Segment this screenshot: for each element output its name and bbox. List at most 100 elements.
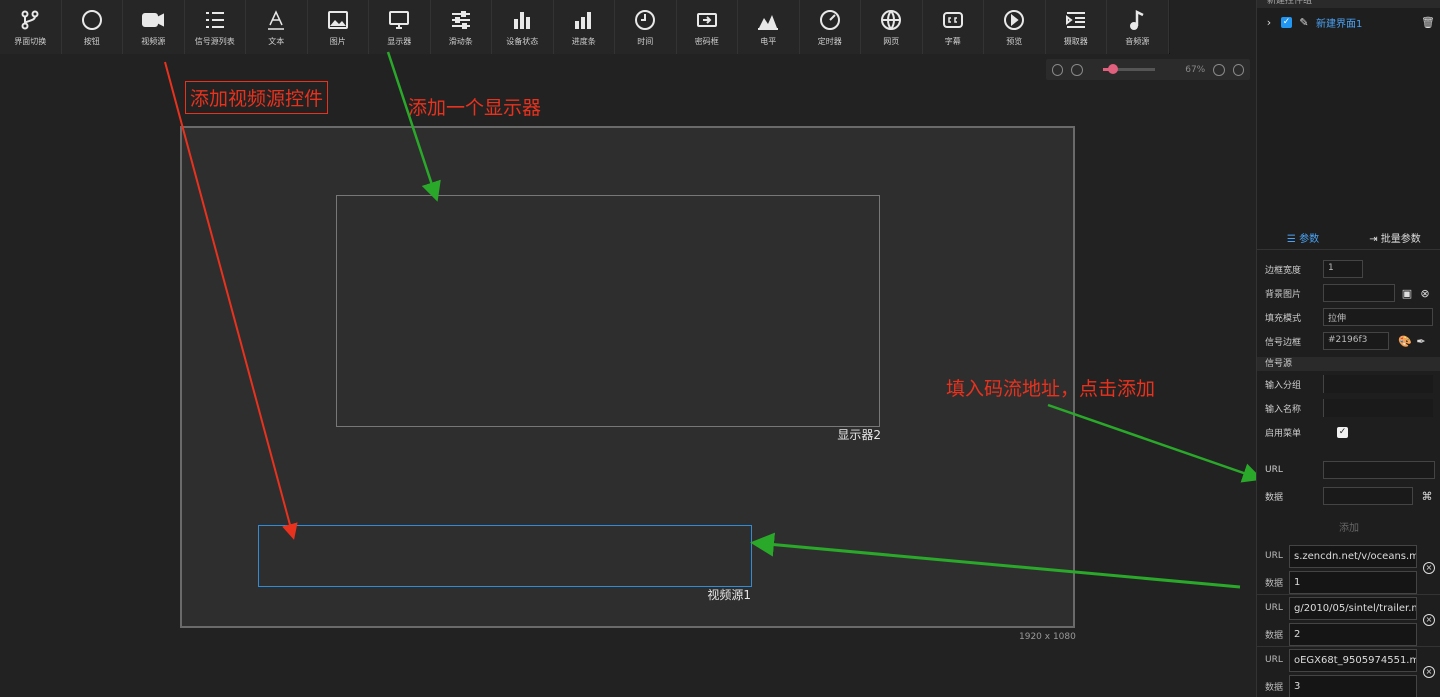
timer-icon — [818, 8, 842, 32]
music-note-icon — [1125, 8, 1149, 32]
toolbar-item[interactable]: 显示器 — [369, 0, 431, 54]
list-icon — [203, 8, 227, 32]
remove-entry-icon[interactable]: × — [1423, 562, 1435, 574]
palette-icon[interactable]: 🎨 — [1398, 335, 1412, 348]
signal-source-section: 信号源 — [1257, 357, 1440, 371]
monitor-icon — [387, 8, 411, 32]
green-arrow-url — [1047, 403, 1263, 483]
toolbar-item-label: 显示器 — [387, 37, 412, 46]
prop-enable-menu: 启用菜单 ✓ — [1257, 422, 1440, 442]
display-widget[interactable]: 显示器2 — [336, 195, 881, 442]
stream-entry-url-label: URL — [1265, 551, 1283, 561]
pencil-icon[interactable]: ✎ — [1298, 16, 1310, 29]
command-icon[interactable]: ⌘ — [1421, 490, 1433, 503]
stream-entry: URL g/2010/05/sintel/trailer.mp4 数据 2 × — [1257, 595, 1440, 647]
border-width-field[interactable]: 1 — [1323, 260, 1363, 278]
prop-label: URL — [1265, 465, 1283, 475]
toolbar-item[interactable]: 进度条 — [553, 0, 615, 54]
data-input[interactable] — [1323, 487, 1413, 505]
stream-entry-url-label: URL — [1265, 655, 1283, 665]
design-canvas[interactable]: 显示器2 视频源1 — [180, 126, 1075, 628]
toolbar-item[interactable]: 设备状态 — [492, 0, 554, 54]
prop-signal-border: 信号边框 #2196f3 🎨 ✒ — [1257, 331, 1440, 351]
annotation-fill-stream: 填入码流地址，点击添加 — [946, 378, 1156, 400]
tree-item-row[interactable]: › ✓ ✎ 新建界面1 🗑 — [1257, 8, 1440, 36]
chevron-right-icon[interactable]: › — [1263, 16, 1275, 29]
toolbar-item[interactable]: 电平 — [738, 0, 800, 54]
tab-batch-label: 批量参数 — [1380, 234, 1421, 245]
remove-entry-icon[interactable]: × — [1423, 614, 1435, 626]
url-input[interactable] — [1323, 461, 1435, 479]
bg-image-field[interactable] — [1323, 284, 1395, 302]
stream-entry-url-field[interactable]: s.zencdn.net/v/oceans.mp4 — [1289, 544, 1417, 568]
prop-label: 背景图片 — [1265, 289, 1302, 300]
tree-item-label[interactable]: 新建界面1 — [1316, 15, 1416, 30]
toolbar-item[interactable]: 界面切换 — [0, 0, 62, 54]
toolbar-item-label: 信号源列表 — [194, 37, 235, 46]
zoom-bar: 67% — [1046, 59, 1250, 80]
image-picker-icon[interactable]: ▣ — [1401, 287, 1413, 300]
prop-label: 数据 — [1265, 492, 1284, 503]
toolbar-item[interactable]: 字幕 — [922, 0, 984, 54]
add-button[interactable]: 添加 — [1339, 519, 1359, 534]
toolbar-item[interactable]: 时间 — [615, 0, 677, 54]
zoom-in-icon[interactable] — [1232, 63, 1244, 76]
stream-entry-url-row: URL g/2010/05/sintel/trailer.mp4 — [1257, 595, 1440, 621]
toolbar-item-label: 网页 — [883, 37, 900, 46]
tab-batch[interactable]: ⇥ 批量参数 — [1349, 230, 1440, 245]
zoom-slider-knob[interactable] — [1108, 64, 1119, 74]
remove-entry-icon[interactable]: × — [1423, 666, 1435, 678]
text-icon — [264, 8, 288, 32]
prop-data: 数据 ⌘ — [1257, 486, 1440, 506]
stream-entry-data-label: 数据 — [1265, 682, 1284, 693]
properties-panel: 新建控件组 › ✓ ✎ 新建界面1 🗑 ☰ 参数 ⇥ 批量参数 边框宽度 1 背… — [1256, 0, 1440, 697]
toolbar-item[interactable]: 文本 — [246, 0, 308, 54]
stream-entry-data-field[interactable]: 2 — [1289, 622, 1417, 646]
reset-zoom-icon[interactable] — [1071, 63, 1083, 76]
toolbar-item[interactable]: 按钮 — [61, 0, 123, 54]
stream-entry-data-row: 数据 1 — [1257, 569, 1440, 595]
eyedropper-icon[interactable]: ✒ — [1415, 335, 1427, 348]
toolbar-item[interactable]: 摄取器 — [1045, 0, 1107, 54]
toolbar-item[interactable]: 定时器 — [799, 0, 861, 54]
play-icon — [1002, 8, 1026, 32]
input-name-field[interactable] — [1323, 399, 1433, 417]
toolbar-item[interactable]: 网页 — [861, 0, 923, 54]
toolbar-item[interactable]: 信号源列表 — [184, 0, 246, 54]
toolbar-item-label: 文本 — [268, 37, 285, 46]
stream-entry-url-field[interactable]: g/2010/05/sintel/trailer.mp4 — [1289, 596, 1417, 620]
toolbar-item[interactable]: 视频源 — [123, 0, 185, 54]
stream-entry-data-label: 数据 — [1265, 578, 1284, 589]
fit-screen-icon[interactable] — [1052, 63, 1064, 76]
zoom-out-icon[interactable] — [1213, 63, 1225, 76]
fill-mode-select[interactable]: 拉伸 — [1323, 308, 1433, 326]
zoom-slider[interactable] — [1102, 64, 1156, 74]
toolbar-item[interactable]: 滑动条 — [430, 0, 492, 54]
input-group-field[interactable] — [1323, 375, 1433, 393]
password-icon — [695, 8, 719, 32]
tab-params[interactable]: ☰ 参数 — [1257, 230, 1349, 245]
toolbar-item[interactable]: 图片 — [307, 0, 369, 54]
enable-menu-checkbox[interactable]: ✓ — [1337, 426, 1348, 438]
stream-entry-url-field[interactable]: oEGX68t_9505974551.mp4 — [1289, 648, 1417, 672]
toolbar-item[interactable]: 预览 — [984, 0, 1046, 54]
image-icon — [326, 8, 350, 32]
trash-icon[interactable]: 🗑 — [1421, 16, 1435, 29]
stream-entry-data-field[interactable]: 1 — [1289, 570, 1417, 594]
toolbar-item[interactable]: 密码框 — [676, 0, 738, 54]
stream-entry-data-field[interactable]: 3 — [1289, 674, 1417, 697]
sliders-icon — [449, 8, 473, 32]
toolbar-item[interactable]: 音频源 — [1107, 0, 1169, 54]
clear-icon[interactable]: ⊗ — [1419, 287, 1431, 300]
video-source-widget[interactable]: 视频源1 — [258, 525, 752, 602]
zoom-percent: 67% — [1185, 64, 1206, 75]
tab-params-label: 参数 — [1299, 234, 1320, 245]
signal-border-color-field[interactable]: #2196f3 — [1323, 332, 1389, 350]
bar-chart-icon — [510, 8, 534, 32]
prop-label: 边框宽度 — [1265, 265, 1302, 276]
panel-tabs: ☰ 参数 ⇥ 批量参数 — [1257, 226, 1440, 250]
toolbar-item-label: 界面切换 — [14, 37, 47, 46]
tree-item-checkbox[interactable]: ✓ — [1281, 16, 1292, 28]
annotation-add-video: 添加视频源控件 — [185, 81, 329, 114]
prop-label: 填充模式 — [1265, 313, 1302, 324]
